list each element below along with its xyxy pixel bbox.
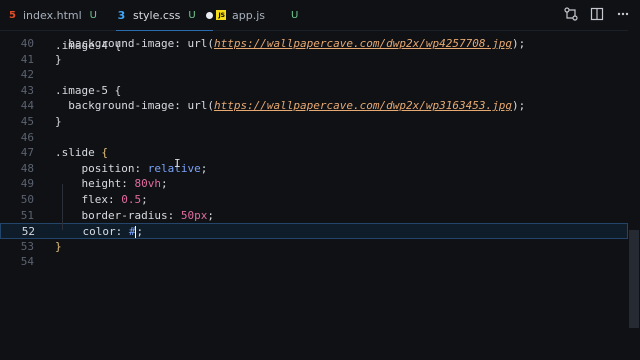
code-token: url( [187,99,214,113]
code-token: background-image: [55,37,188,50]
git-status-badge: U [89,9,97,21]
more-actions-icon[interactable] [616,7,630,21]
code-token: border-radius: [55,208,181,222]
code-token: flex: [55,193,122,206]
code-line-current[interactable]: 52 color: #; [0,223,628,239]
code-token: ; [200,161,208,175]
code-token: } [55,52,62,66]
code-line[interactable]: 42 [0,67,628,83]
code-text: color: #; [56,224,143,240]
code-token: https://wallpapercave.com/dwp2x/wp316345… [213,99,512,113]
line-number: 49 [20,177,34,191]
code-line[interactable]: 51 border-radius: 50px; [0,208,628,224]
js-file-icon: JS [216,10,226,20]
code-line[interactable]: 47 .slide { [0,145,628,161]
code-text: background-image: url(https://wallpaperc… [55,98,525,114]
code-token: .slide [55,146,102,160]
code-line[interactable]: 45} [0,114,628,130]
code-token: { [114,83,122,97]
tab-label: style.css [133,8,181,22]
code-line[interactable]: 46 [0,130,628,146]
code-line[interactable]: 50 flex: 0.5; [0,192,628,208]
code-text: .slide { [55,145,108,161]
code-token: ); [511,99,526,113]
code-text: border-radius: 50px; [55,208,214,224]
code-token: https://wallpapercave.com/dwp2x/wp425770… [213,37,512,50]
indent-guide [62,184,63,230]
code-text: } [55,52,62,68]
code-text: } [55,114,62,130]
code-token: position: [55,161,148,175]
code-token: url( [187,37,214,50]
line-number: 51 [20,208,34,222]
code-token: ); [511,37,526,50]
html-file-icon: 5 [9,9,16,21]
code-token: ; [136,225,144,239]
git-status-badge: U [291,9,299,21]
line-number: 47 [20,146,34,160]
mouse-ibeam-icon: I [174,157,181,170]
line-number: 40 [20,37,34,50]
line-number: 42 [20,68,34,82]
line-number: 46 [20,130,34,144]
code-text: position: relative; [55,161,207,177]
line-number: 54 [20,255,34,269]
source-control-compare-icon[interactable] [564,7,578,21]
code-token: color: [56,225,129,239]
code-token: ; [160,177,168,191]
code-token: ; [207,208,214,222]
line-number: 44 [20,99,34,113]
code-token: 80vh [134,177,161,191]
line-number: 52 [21,225,35,239]
code-line[interactable]: 43 .image-5 { [0,83,628,99]
code-token: 0.5 [121,193,142,206]
line-number: 53 [20,239,34,253]
line-number: 45 [20,115,34,128]
code-text: .image-5 { [55,83,121,99]
code-token: } [55,115,62,128]
code-token: .image-5 [55,83,115,97]
code-line[interactable]: 54 [0,254,628,270]
editor-actions [564,7,630,21]
scrollbar-thumb[interactable] [629,230,639,328]
code-line[interactable]: 49 height: 80vh; [0,176,628,192]
code-token: # [128,225,136,239]
css-file-icon: 3 [117,8,126,22]
code-text: flex: 0.5; [55,192,148,208]
code-token: height: [55,177,135,191]
code-text: height: 80vh; [55,176,168,192]
vertical-scrollbar[interactable] [628,30,640,360]
code-line[interactable]: 44 background-image: url(https://wallpap… [0,98,628,114]
code-token: ; [141,193,148,206]
code-line[interactable]: 53} [0,239,628,255]
line-number: 48 [20,161,34,175]
code-token: 50px [180,208,208,222]
code-token: { [101,146,108,160]
line-number: 50 [20,193,34,206]
line-number: 41 [20,52,34,66]
unsaved-dot-icon[interactable] [205,11,213,19]
tab-label: app.js [232,8,265,22]
line-number: 43 [20,83,34,97]
code-text: } [55,239,62,255]
git-status-badge: U [188,9,196,21]
code-line[interactable]: 48 position: relative; [0,161,628,177]
code-token: background-image: [55,99,188,113]
code-line[interactable]: 40 background-image: url(https://wallpap… [0,36,628,52]
split-editor-icon[interactable] [590,7,604,21]
tab-label: index.html [23,8,82,22]
code-editor[interactable]: .image-4 { 40 background-image: url(http… [0,30,640,360]
code-line[interactable]: 41} [0,52,628,68]
code-token: } [55,239,62,253]
code-text: background-image: url(https://wallpaperc… [55,36,525,52]
